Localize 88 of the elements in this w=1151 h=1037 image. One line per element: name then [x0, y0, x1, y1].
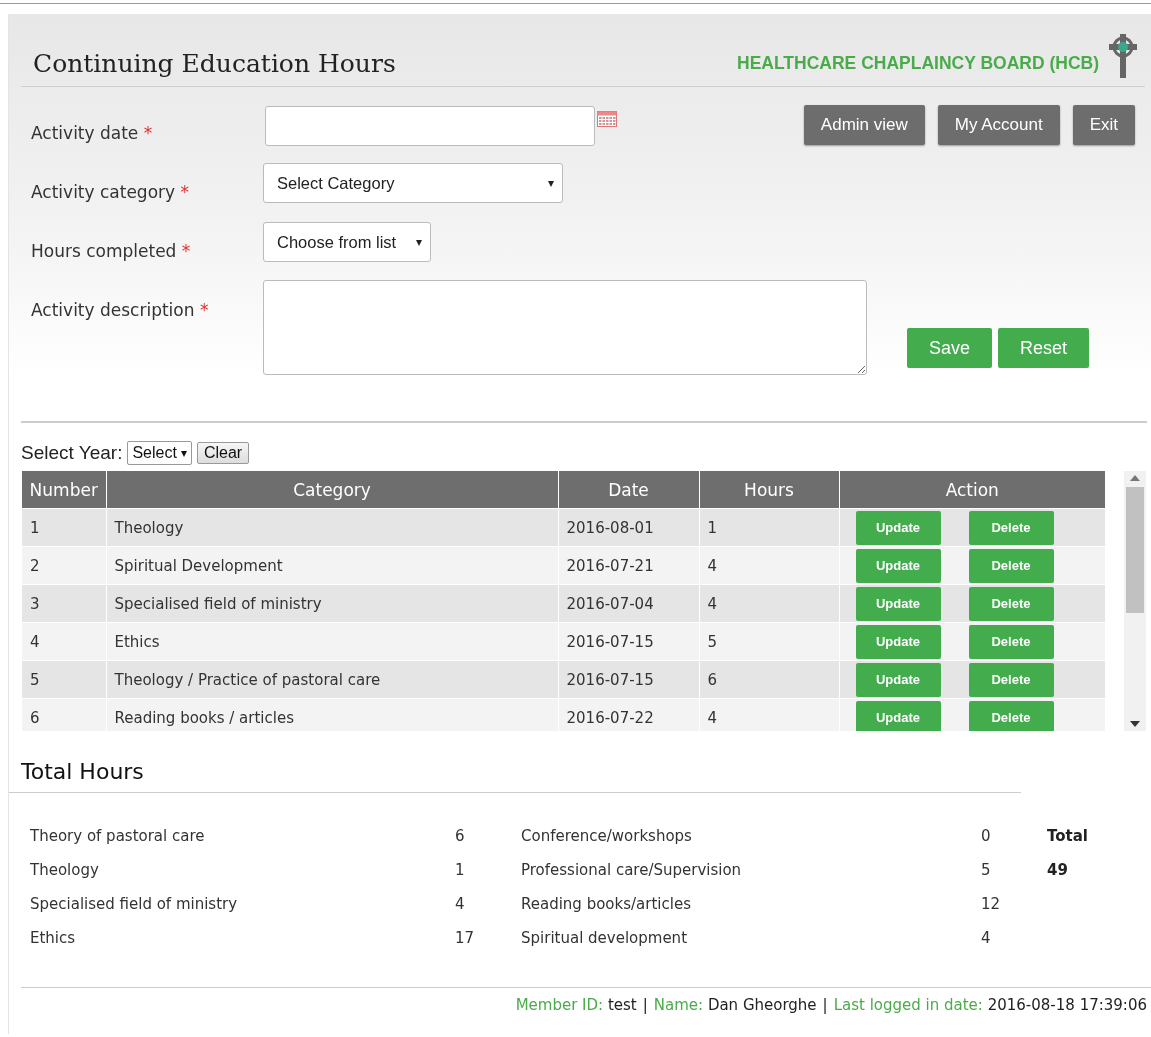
column-header: Date [558, 471, 699, 509]
table-cell: Specialised field of ministry [106, 584, 558, 623]
category-dropdown[interactable]: Select Category ▾ [263, 163, 563, 203]
table-cell: 2016-07-21 [558, 546, 699, 585]
footer-info: Last logged in date: 2016-08-18 17:39:06 [833, 996, 1147, 1014]
hours-value: 4 [455, 895, 466, 913]
table-cell: 4 [699, 698, 839, 731]
row-action-button[interactable]: Delete [968, 510, 1054, 545]
year-dropdown[interactable]: Select ▾ [127, 441, 192, 465]
table-cell: Reading books / articles [106, 698, 558, 731]
row-action-button[interactable]: Update [855, 662, 941, 697]
hours-value: 17 [455, 929, 476, 947]
category-label: Spiritual development [521, 929, 688, 947]
scrollbar-thumb[interactable] [1126, 487, 1144, 613]
table-cell: 1 [699, 508, 839, 547]
form-button[interactable]: Save [907, 328, 993, 368]
total-label: Total [1047, 827, 1089, 845]
row-action-button[interactable]: Update [855, 510, 941, 545]
footer-info: Member ID: test [515, 996, 637, 1014]
table-cell: 4 [699, 584, 839, 623]
row-action-button[interactable]: Update [855, 700, 941, 731]
column-header: Action [839, 471, 1106, 509]
category-label: Theology [30, 861, 100, 879]
footer-separator: | [822, 996, 828, 1014]
year-filter-label: Select Year: [21, 442, 123, 464]
hours-value: 6 [455, 827, 466, 845]
table-cell: 2 [22, 546, 106, 585]
nav-button[interactable]: My Account [937, 105, 1060, 145]
row-action-button[interactable]: Delete [968, 662, 1054, 697]
category-label: Professional care/Supervision [521, 861, 743, 879]
table-cell: 2016-07-04 [558, 584, 699, 623]
form-button[interactable]: Reset [998, 328, 1090, 368]
field-label: Activity category * [31, 181, 191, 202]
table-cell: 2016-07-15 [558, 622, 699, 661]
table-cell: 4 [699, 546, 839, 585]
category-label: Theory of pastoral care [30, 827, 206, 845]
column-header: Hours [699, 471, 839, 509]
field-label: Activity description * [31, 299, 210, 320]
table-cell: 5 [22, 660, 106, 699]
description-field[interactable] [263, 280, 867, 375]
row-action-button[interactable]: Update [855, 548, 941, 583]
table-cell: Theology / Practice of pastoral care [106, 660, 558, 699]
scroll-down-icon[interactable] [1130, 721, 1140, 727]
row-action-button[interactable]: Delete [968, 700, 1054, 731]
section-title: Total Hours [9, 731, 1021, 793]
field-label: Activity date * [31, 122, 154, 143]
category-label: Specialised field of ministry [30, 895, 239, 913]
organization-name: HEALTHCARE CHAPLAINCY BOARD (HCB) [737, 53, 1099, 75]
category-label: Ethics [30, 929, 77, 947]
table-cell: 2016-08-01 [558, 508, 699, 547]
row-action-button[interactable]: Delete [968, 586, 1054, 621]
row-action-button[interactable]: Delete [968, 548, 1054, 583]
hours-value: 12 [981, 895, 1002, 913]
hours-value: 0 [981, 827, 992, 845]
scrollbar[interactable] [1124, 471, 1146, 731]
calendar-icon[interactable] [597, 111, 617, 127]
table-cell: 3 [22, 584, 106, 623]
row-action-button[interactable]: Delete [968, 624, 1054, 659]
hours-value: 5 [981, 861, 992, 879]
hours-value: 1 [455, 861, 466, 879]
footer-info: Name: Dan Gheorghe [653, 996, 817, 1014]
table-cell: Ethics [106, 622, 558, 661]
footer-separator: | [642, 996, 648, 1014]
table-cell: Theology [106, 508, 558, 547]
row-action-button[interactable]: Update [855, 624, 941, 659]
category-label: Conference/workshops [521, 827, 693, 845]
hours-dropdown[interactable]: Choose from list ▾ [263, 222, 431, 262]
date-input-field[interactable] [265, 106, 595, 146]
scroll-up-icon[interactable] [1130, 475, 1140, 481]
table-cell: 1 [22, 508, 106, 547]
nav-button[interactable]: Admin view [803, 105, 925, 145]
table-cell: 4 [22, 622, 106, 661]
category-label: Reading books/articles [521, 895, 692, 913]
column-header: Category [106, 471, 558, 509]
table-cell: 2016-07-15 [558, 660, 699, 699]
table-cell: 5 [699, 622, 839, 661]
hours-value: 4 [981, 929, 992, 947]
table-cell: Spiritual Development [106, 546, 558, 585]
table-cell: 6 [699, 660, 839, 699]
total-value: 49 [1047, 861, 1069, 879]
column-header: Number [22, 471, 106, 509]
table-cell: 2016-07-22 [558, 698, 699, 731]
page-title: Continuing Education Hours [32, 49, 396, 80]
clear-button[interactable]: Clear [196, 442, 250, 464]
nav-button[interactable]: Exit [1072, 105, 1135, 145]
row-action-button[interactable]: Update [855, 586, 941, 621]
field-label: Hours completed * [31, 240, 192, 261]
table-cell: 6 [22, 698, 106, 731]
